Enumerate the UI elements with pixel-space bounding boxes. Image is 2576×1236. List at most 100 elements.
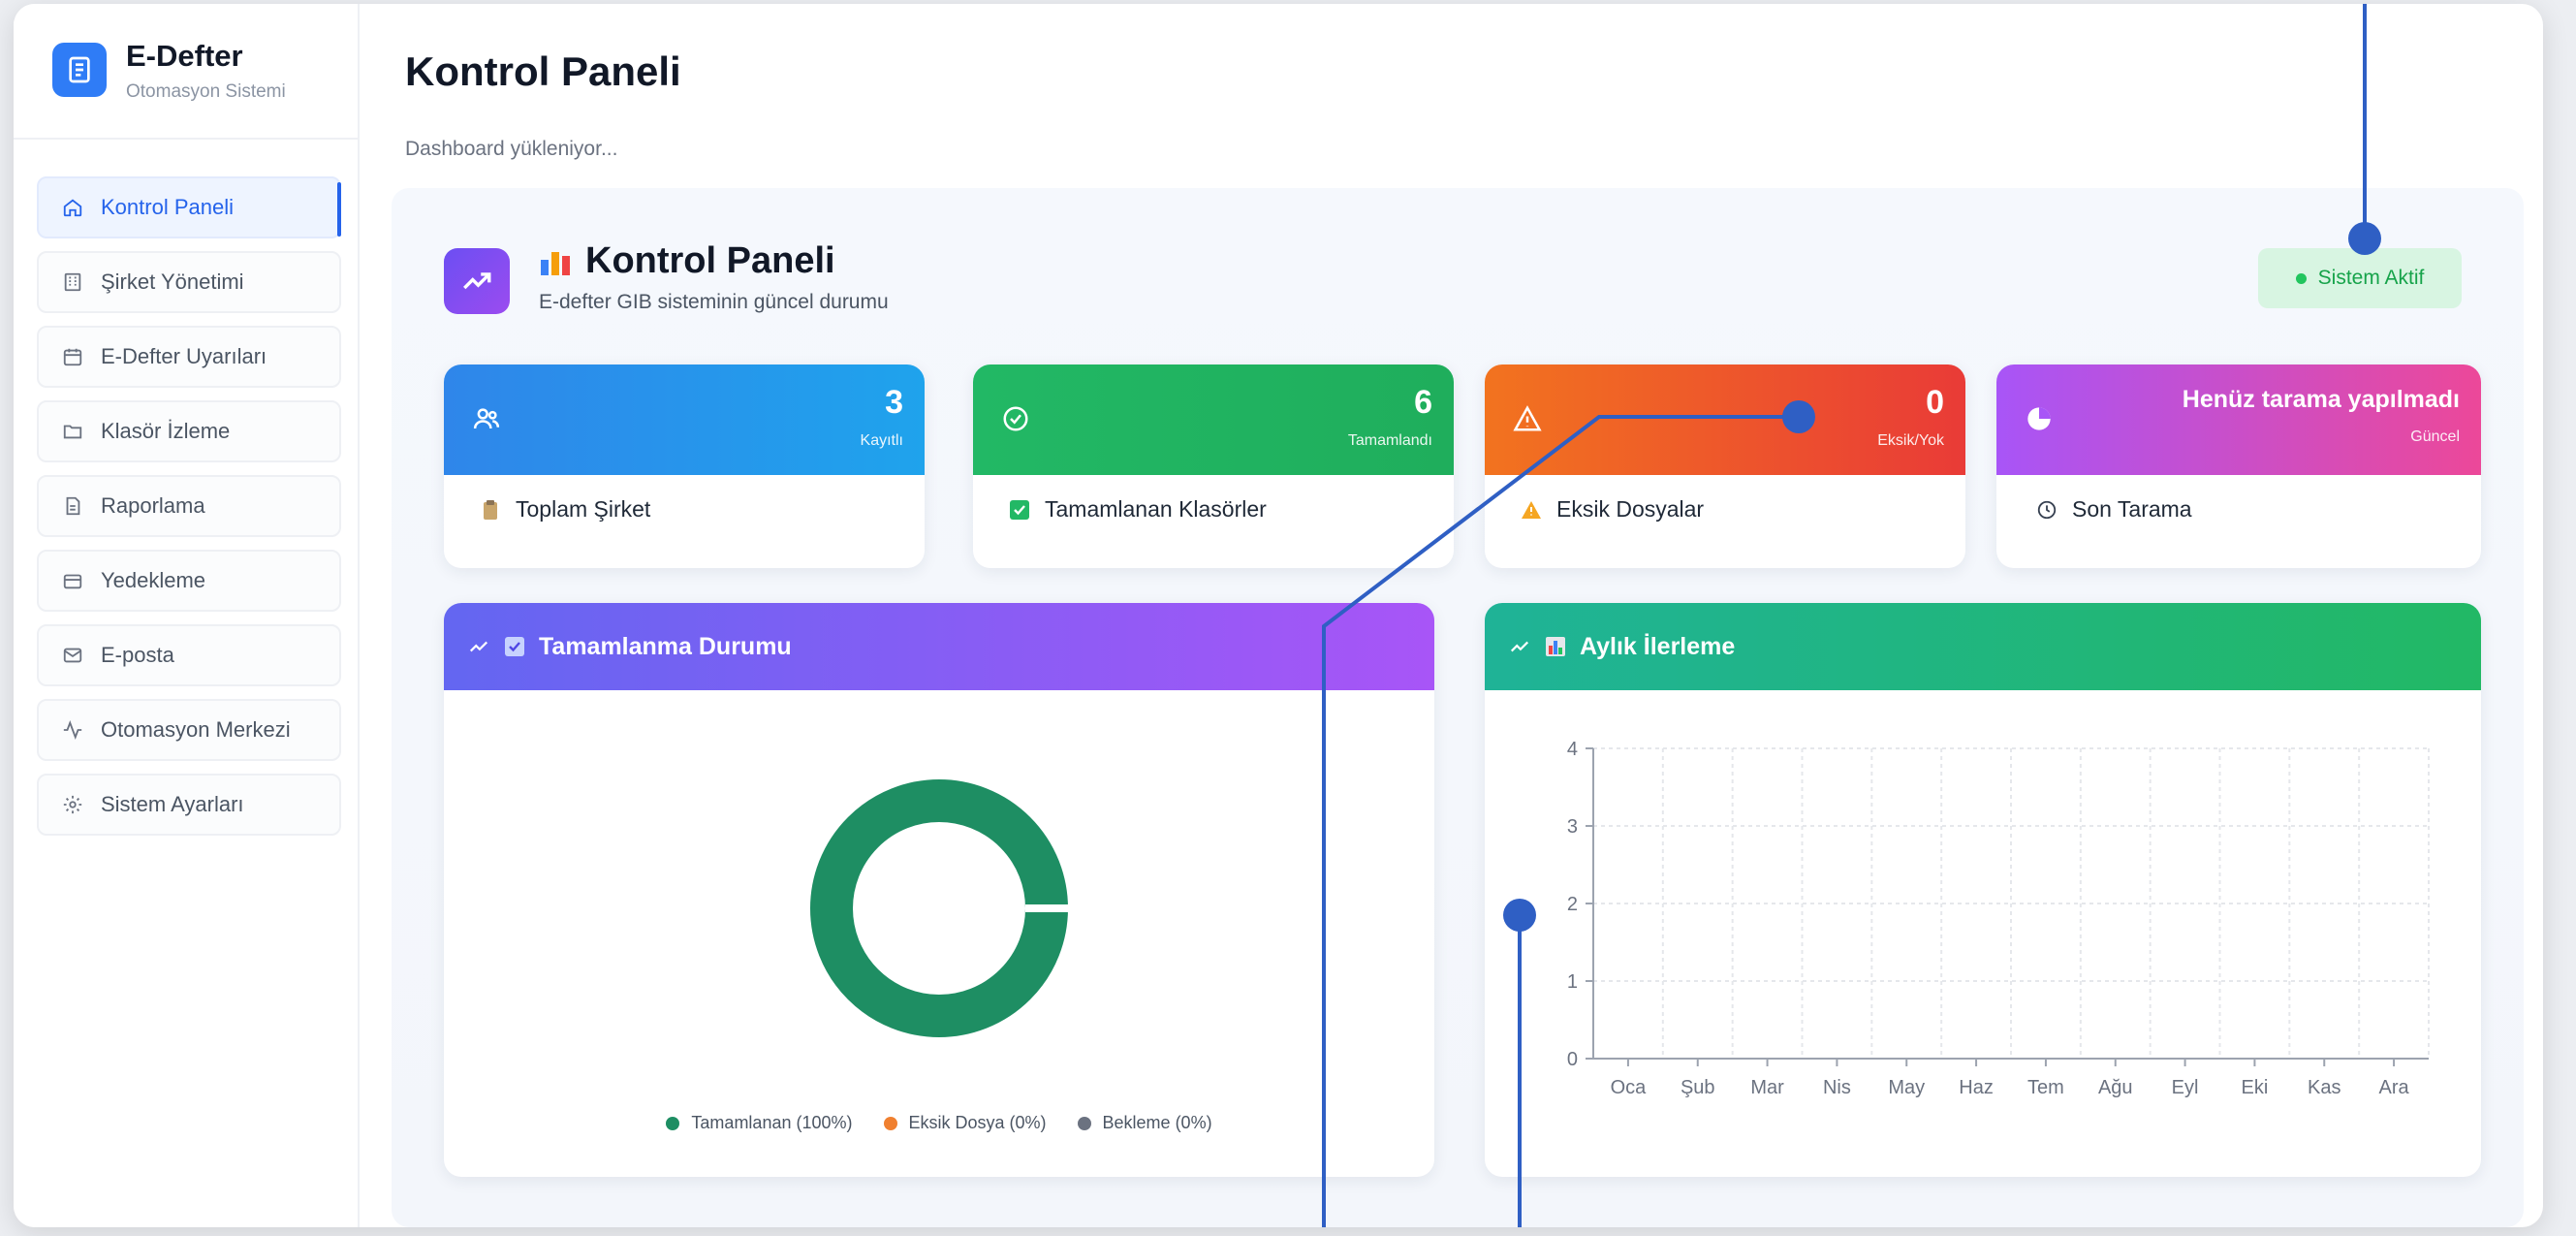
checkbox-icon [1008, 498, 1031, 522]
stat-value: 0 [1926, 384, 1944, 421]
x-tick-label: Kas [2308, 1077, 2340, 1098]
stat-label: Tamamlanan Klasörler [1045, 496, 1267, 522]
panel-subtitle: E-defter GIB sisteminin güncel durumu [539, 291, 889, 313]
stat-card-last-scan[interactable]: Henüz tarama yapılmadı Güncel Son Tarama [1996, 364, 2481, 568]
sidebar-item-label: Sistem Ayarları [101, 792, 244, 816]
stat-card-completed[interactable]: 6 Tamamlandı Tamamlanan Klasörler [973, 364, 1454, 568]
stat-caption: Güncel [2410, 428, 2460, 445]
archive-icon [60, 568, 85, 593]
home-icon [60, 195, 85, 220]
sidebar-item-label: E-posta [101, 643, 174, 667]
donut-chart [810, 779, 1093, 1037]
warning-icon [1510, 401, 1545, 436]
logo-icon [52, 43, 107, 97]
y-tick-label: 2 [1567, 894, 1578, 915]
sidebar-item-otomasyon-merkezi[interactable]: Otomasyon Merkezi [37, 699, 341, 761]
warning-small-icon [1520, 498, 1543, 522]
sidebar-item-label: Raporlama [101, 493, 205, 518]
report-icon [60, 493, 85, 519]
stat-label: Toplam Şirket [516, 496, 651, 522]
sidebar: E-Defter Otomasyon Sistemi Kontrol Panel… [14, 4, 360, 1227]
calendar-icon [60, 344, 85, 369]
checkbox-head-icon [504, 636, 525, 657]
stat-caption: Kayıtlı [860, 432, 903, 449]
panel-title-text: Kontrol Paneli [585, 240, 835, 281]
clock-icon [2035, 498, 2058, 522]
x-tick-label: Mar [1750, 1077, 1784, 1098]
sidebar-item-e-defter-uyarilari[interactable]: E-Defter Uyarıları [37, 326, 341, 388]
sidebar-item-label: Yedekleme [101, 568, 206, 592]
sidebar-item-klasor-izleme[interactable]: Klasör İzleme [37, 400, 341, 462]
activity-icon [60, 717, 85, 743]
monthly-chart-title: Aylık İlerleme [1580, 632, 1736, 660]
x-tick-label: Eyl [2172, 1077, 2199, 1098]
x-tick-label: Haz [1959, 1077, 1994, 1098]
donut-gap [1025, 904, 1093, 912]
stat-label: Son Tarama [2072, 496, 2192, 522]
users-icon [469, 401, 504, 436]
stat-caption: Tamamlandı [1347, 432, 1432, 449]
gear-icon [60, 792, 85, 817]
page-title: Kontrol Paneli [405, 48, 681, 94]
bar-chart-icon [539, 246, 572, 277]
trend-small-icon [467, 636, 490, 657]
stat-label: Eksik Dosyalar [1556, 496, 1705, 522]
x-tick-label: Eki [2242, 1077, 2269, 1098]
stat-card-missing[interactable]: 0 Eksik/Yok Eksik Dosyalar [1485, 364, 1965, 568]
x-tick-label: Şub [1681, 1077, 1715, 1098]
trend-icon [444, 248, 510, 314]
status-badge-text: Sistem Aktif [2317, 267, 2425, 289]
panel-title: Kontrol Paneli [539, 240, 835, 282]
stat-value: 6 [1414, 384, 1432, 421]
legend-item-missing: Eksik Dosya (0%) [883, 1113, 1047, 1133]
stat-card-companies[interactable]: 3 Kayıtlı Toplam Şirket [444, 364, 925, 568]
legend-item-completed: Tamamlanan (100%) [666, 1113, 853, 1133]
y-tick-label: 4 [1567, 739, 1578, 760]
sidebar-item-label: Otomasyon Merkezi [101, 717, 291, 742]
x-tick-label: Nis [1823, 1077, 1851, 1098]
stat-value: 3 [885, 384, 903, 421]
x-tick-label: Tem [2027, 1077, 2064, 1098]
sidebar-item-label: Kontrol Paneli [101, 195, 234, 219]
stat-value: Henüz tarama yapılmadı [2182, 386, 2460, 413]
x-tick-label: May [1888, 1077, 1925, 1098]
sidebar-item-raporlama[interactable]: Raporlama [37, 475, 341, 537]
bar-head-icon [1545, 636, 1566, 657]
legend-item-waiting: Bekleme (0%) [1077, 1113, 1212, 1133]
donut-legend: Tamamlanan (100%) Eksik Dosya (0%) Bekle… [444, 1113, 1434, 1133]
y-tick-label: 3 [1567, 816, 1578, 838]
building-icon [60, 269, 85, 295]
x-tick-label: Ara [2379, 1077, 2410, 1098]
completion-chart-title: Tamamlanma Durumu [539, 632, 792, 660]
trend-small-icon [1508, 636, 1531, 657]
x-tick-label: Oca [1611, 1077, 1648, 1098]
pie-clock-icon [2022, 401, 2057, 436]
monthly-progress-card: Aylık İlerleme 0 1 2 3 4 Oca Şub Mar Nis May Haz Te… [1485, 603, 2481, 1177]
line-chart: 0 1 2 3 4 Oca Şub Mar Nis May Haz Tem Ağu Eyl Eki Kas Ar… [1567, 739, 2430, 1098]
y-tick-label: 1 [1567, 971, 1578, 993]
brand: E-Defter Otomasyon Sistemi [14, 4, 360, 140]
sidebar-item-sirket-yonetimi[interactable]: Şirket Yönetimi [37, 251, 341, 313]
brand-subtitle: Otomasyon Sistemi [126, 81, 286, 102]
mail-icon [60, 643, 85, 668]
completion-chart-card: Tamamlanma Durumu Tamamlanan (100%) Eksi… [444, 603, 1434, 1177]
folder-icon [60, 419, 85, 444]
sidebar-item-label: E-Defter Uyarıları [101, 344, 267, 368]
sidebar-item-yedekleme[interactable]: Yedekleme [37, 550, 341, 612]
clipboard-icon [479, 498, 502, 522]
status-badge: Sistem Aktif [2258, 248, 2462, 308]
sidebar-item-e-posta[interactable]: E-posta [37, 624, 341, 686]
y-tick-label: 0 [1567, 1049, 1578, 1070]
brand-title: E-Defter [126, 39, 243, 73]
check-circle-icon [998, 401, 1033, 436]
x-tick-label: Ağu [2098, 1077, 2133, 1098]
sidebar-item-label: Klasör İzleme [101, 419, 231, 443]
app-window: E-Defter Otomasyon Sistemi Kontrol Panel… [14, 4, 2543, 1227]
donut-ring-completed [810, 779, 1068, 1037]
sidebar-item-kontrol-paneli[interactable]: Kontrol Paneli [37, 176, 341, 238]
status-dot-icon [2295, 272, 2307, 284]
stat-caption: Eksik/Yok [1877, 432, 1944, 449]
loading-text: Dashboard yükleniyor... [405, 138, 618, 160]
sidebar-item-sistem-ayarlari[interactable]: Sistem Ayarları [37, 774, 341, 836]
sidebar-item-label: Şirket Yönetimi [101, 269, 244, 294]
